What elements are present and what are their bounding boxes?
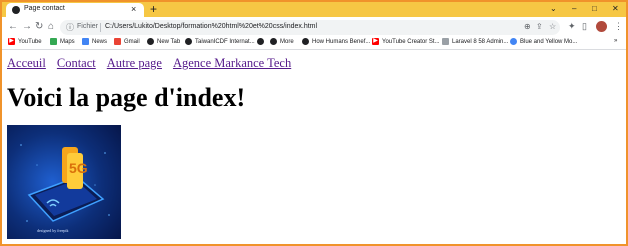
bookmark-how-humans[interactable]: How Humans Benef... [302, 38, 370, 45]
bookmark-news[interactable]: News [82, 38, 107, 45]
tab-search-icon[interactable]: ⌄ [550, 4, 557, 14]
bookmark-youtube-creator[interactable]: ▶ YouTube Creator St... [372, 38, 440, 45]
zoom-icon[interactable]: ⊕ [524, 22, 531, 31]
globe-icon [302, 38, 309, 45]
maximize-button[interactable]: □ [592, 4, 597, 14]
back-button[interactable]: ← [8, 21, 18, 32]
url-text[interactable]: C:/Users/Lukito/Desktop/formation%20html… [105, 23, 317, 30]
gmail-icon [114, 38, 121, 45]
bookmark-youtube[interactable]: ▶ YouTube [8, 38, 42, 45]
google-icon [510, 38, 517, 45]
bookmark-star-icon[interactable]: ☆ [549, 22, 556, 31]
browser-window: Page contact × + ⌄ – □ ✕ ← → ↻ ⌂ ⓘ Fichi… [2, 2, 626, 244]
laravel-icon [442, 38, 449, 45]
home-button[interactable]: ⌂ [48, 21, 54, 32]
reload-button[interactable]: ↻ [35, 21, 43, 32]
svg-text:5G: 5G [69, 160, 88, 176]
youtube-icon: ▶ [372, 38, 379, 45]
profile-avatar[interactable] [596, 21, 607, 32]
address-divider [100, 23, 101, 32]
bookmarks-overflow-icon[interactable]: » [614, 38, 617, 44]
5g-phone-illustration: 5G designed by freepik [7, 125, 121, 239]
page-heading: Voici la page d'index! [7, 83, 246, 112]
news-icon [82, 38, 89, 45]
bookmark-gmail[interactable]: Gmail [114, 38, 140, 45]
close-window-button[interactable]: ✕ [612, 4, 619, 14]
new-tab-button[interactable]: + [150, 2, 157, 16]
bookmark-more[interactable]: More [270, 38, 294, 45]
page-content: Acceuil Contact Autre page Agence Markan… [2, 50, 626, 244]
close-tab-icon[interactable]: × [131, 4, 136, 14]
menu-icon[interactable]: ⋮ [614, 21, 623, 32]
scheme-label: Fichier [77, 23, 99, 30]
nav-link-agence-markance-tech[interactable]: Agence Markance Tech [173, 56, 291, 70]
bookmark-unnamed[interactable] [257, 38, 267, 45]
nav-link-autre-page[interactable]: Autre page [107, 56, 162, 70]
bookmark-new-tab[interactable]: New Tab [147, 38, 180, 45]
bookmark-maps[interactable]: Maps [50, 38, 75, 45]
bookmark-laravel[interactable]: Laravel 8 58 Admin... [442, 38, 508, 45]
nav-link-acceuil[interactable]: Acceuil [7, 56, 46, 70]
globe-icon [147, 38, 154, 45]
minimize-button[interactable]: – [572, 4, 576, 14]
bookmark-blue-yellow[interactable]: Blue and Yellow Mo... [510, 38, 577, 45]
image-caption: designed by freepik [37, 228, 69, 233]
globe-icon [257, 38, 264, 45]
globe-icon [12, 6, 20, 14]
site-nav: Acceuil Contact Autre page Agence Markan… [7, 54, 298, 72]
side-panel-icon[interactable]: ▯ [582, 21, 587, 32]
bookmarks-bar: ▶ YouTube Maps News Gmail New Tab Taiwan… [2, 37, 626, 50]
forward-button[interactable]: → [22, 21, 32, 32]
nav-link-contact[interactable]: Contact [57, 56, 96, 70]
globe-icon [185, 38, 192, 45]
info-icon[interactable]: ⓘ [66, 22, 74, 33]
youtube-icon: ▶ [8, 38, 15, 45]
maps-icon [50, 38, 57, 45]
share-icon[interactable]: ⇪ [536, 22, 543, 31]
globe-icon [270, 38, 277, 45]
tab-strip: Page contact × + ⌄ – □ ✕ [2, 2, 626, 17]
extensions-icon[interactable]: ✦ [568, 21, 576, 32]
phone-5g-graphic: 5G [20, 144, 110, 222]
tab-title: Page contact [24, 5, 65, 12]
tab-page-contact[interactable]: Page contact × [6, 3, 144, 17]
browser-toolbar: ← → ↻ ⌂ ⓘ Fichier C:/Users/Lukito/Deskto… [2, 17, 626, 37]
address-bar[interactable]: ⓘ Fichier C:/Users/Lukito/Desktop/format… [60, 20, 560, 35]
bookmark-taiwanicdf[interactable]: TaiwanICDF Internat... [185, 38, 255, 45]
